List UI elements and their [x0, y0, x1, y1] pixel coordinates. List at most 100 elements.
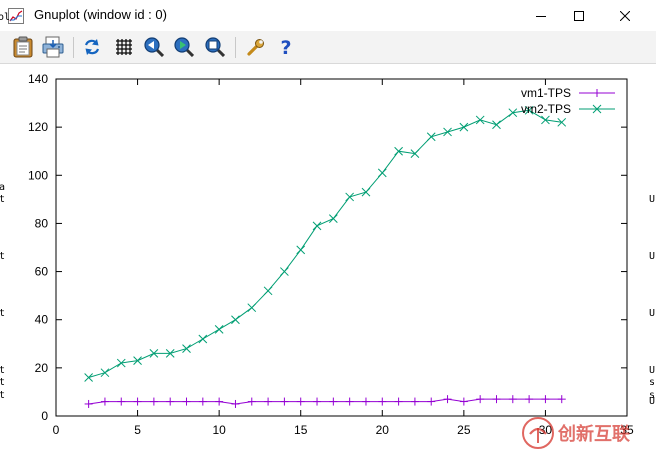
data-point-vm1-tps	[427, 397, 436, 406]
data-point-vm1-tps	[84, 399, 93, 408]
series-line-vm1-tps	[88, 398, 562, 405]
watermark-text: 创新互联	[557, 423, 630, 445]
data-point-vm2-tps	[263, 286, 273, 296]
replot-button[interactable]	[80, 35, 104, 59]
x-tick-label: 20	[376, 423, 390, 437]
data-point-vm2-tps	[459, 122, 469, 132]
data-point-vm2-tps	[296, 245, 306, 255]
plot-border	[55, 78, 628, 417]
data-point-vm1-tps	[117, 397, 126, 406]
help-button[interactable]: ?	[274, 35, 298, 59]
data-point-vm1-tps	[280, 397, 289, 406]
data-point-vm2-tps	[492, 120, 501, 130]
toolbar-separator	[73, 37, 74, 58]
legend-label-vm1-tps: vm1-TPS	[521, 86, 571, 100]
data-point-vm1-tps	[313, 397, 322, 406]
data-point-vm1-tps	[557, 395, 566, 404]
watermark-logo: 创新互联	[522, 417, 630, 449]
zoom-forward-icon	[174, 37, 194, 57]
data-point-vm2-tps	[231, 315, 240, 325]
x-tick-label: 5	[134, 423, 141, 437]
edge-fragment-right: U	[649, 308, 655, 319]
edge-fragment-right: U	[649, 396, 655, 407]
y-tick-label: 120	[28, 120, 48, 134]
autoscale-button[interactable]	[203, 35, 227, 59]
data-point-vm2-tps	[328, 214, 338, 223]
y-tick-label: 140	[28, 72, 48, 86]
edge-fragment-right: U	[649, 251, 655, 262]
x-tick-label: 10	[212, 423, 226, 437]
toolbar: ?	[0, 31, 656, 64]
y-tick-label: 20	[35, 361, 49, 375]
maximize-button[interactable]	[556, 0, 602, 31]
title-bar[interactable]: Gnuplot (window id : 0)	[0, 0, 656, 31]
printer-icon	[42, 36, 64, 58]
gnuplot-app-icon	[8, 8, 24, 24]
data-point-vm1-tps	[541, 395, 550, 404]
maximize-icon	[574, 10, 584, 21]
data-point-vm1-tps	[100, 397, 109, 406]
options-button[interactable]	[244, 35, 268, 59]
series-line-vm2-tps	[88, 109, 562, 378]
data-point-vm1-tps	[166, 397, 175, 406]
grid-icon	[116, 39, 132, 55]
data-point-vm1-tps	[443, 395, 452, 404]
data-point-vm2-tps	[377, 168, 387, 178]
zoom-previous-button[interactable]	[142, 35, 166, 59]
data-point-vm1-tps	[410, 397, 419, 406]
data-point-vm1-tps	[508, 395, 517, 404]
data-point-vm2-tps	[345, 192, 355, 202]
zoom-next-button[interactable]	[172, 35, 196, 59]
data-point-vm1-tps	[378, 397, 387, 406]
data-point-vm2-tps	[280, 267, 289, 276]
gnuplot-window: Gnuplot (window id : 0) ? 0 20 40 60 80 …	[0, 0, 656, 455]
legend-marker-vm1-tps	[593, 89, 601, 97]
data-point-vm2-tps	[361, 187, 371, 197]
zoom-back-icon	[144, 37, 164, 57]
data-point-vm2-tps	[443, 127, 452, 137]
data-point-vm1-tps	[345, 397, 354, 406]
edge-fragment-left: t	[0, 308, 5, 319]
data-point-vm1-tps	[296, 397, 305, 406]
x-tick-label: 15	[294, 423, 308, 437]
legend-label-vm2-tps: vm2-TPS	[521, 102, 571, 116]
zoom-fit-icon	[205, 37, 225, 57]
data-point-vm1-tps	[247, 397, 256, 406]
edge-fragment-top-left: ol	[0, 12, 10, 23]
data-point-vm2-tps	[247, 303, 257, 313]
data-point-vm1-tps	[525, 395, 534, 404]
clipboard-icon	[13, 36, 33, 58]
edge-fragment-right: s	[649, 377, 655, 388]
print-button[interactable]	[41, 35, 65, 59]
data-point-vm2-tps	[198, 334, 208, 344]
data-point-vm1-tps	[361, 397, 370, 406]
y-tick-label: 40	[35, 313, 49, 327]
data-point-vm2-tps	[426, 132, 436, 142]
data-point-vm1-tps	[329, 397, 338, 406]
data-point-vm1-tps	[149, 397, 158, 406]
data-point-vm1-tps	[133, 397, 142, 406]
data-point-vm2-tps	[475, 115, 485, 125]
wrench-icon	[247, 39, 264, 56]
plot-area[interactable]: 0 20 40 60 80 100 120 140 0 5 10 15 20 25 30 35 vm1-TPS v…	[0, 64, 656, 455]
grid-button[interactable]	[112, 35, 136, 59]
data-point-vm1-tps	[198, 397, 207, 406]
data-point-vm1-tps	[394, 397, 403, 406]
copy-clipboard-button[interactable]	[11, 35, 35, 59]
window-title: Gnuplot (window id : 0)	[34, 7, 167, 22]
data-point-vm2-tps	[214, 324, 224, 334]
edge-fragment-left: t	[0, 390, 5, 401]
data-point-vm1-tps	[182, 397, 191, 406]
edge-fragment-top-left-text: ol	[0, 12, 10, 23]
close-button[interactable]	[602, 0, 648, 31]
data-point-vm2-tps	[84, 373, 93, 382]
svg-text:?: ?	[280, 37, 291, 57]
data-point-vm1-tps	[476, 395, 485, 404]
data-point-vm2-tps	[312, 221, 322, 231]
data-point-vm1-tps	[264, 397, 273, 406]
data-point-vm1-tps	[215, 397, 224, 406]
y-tick-label: 60	[35, 265, 49, 279]
data-point-vm2-tps	[100, 368, 110, 378]
close-icon	[620, 10, 630, 21]
data-point-vm2-tps	[182, 344, 191, 353]
